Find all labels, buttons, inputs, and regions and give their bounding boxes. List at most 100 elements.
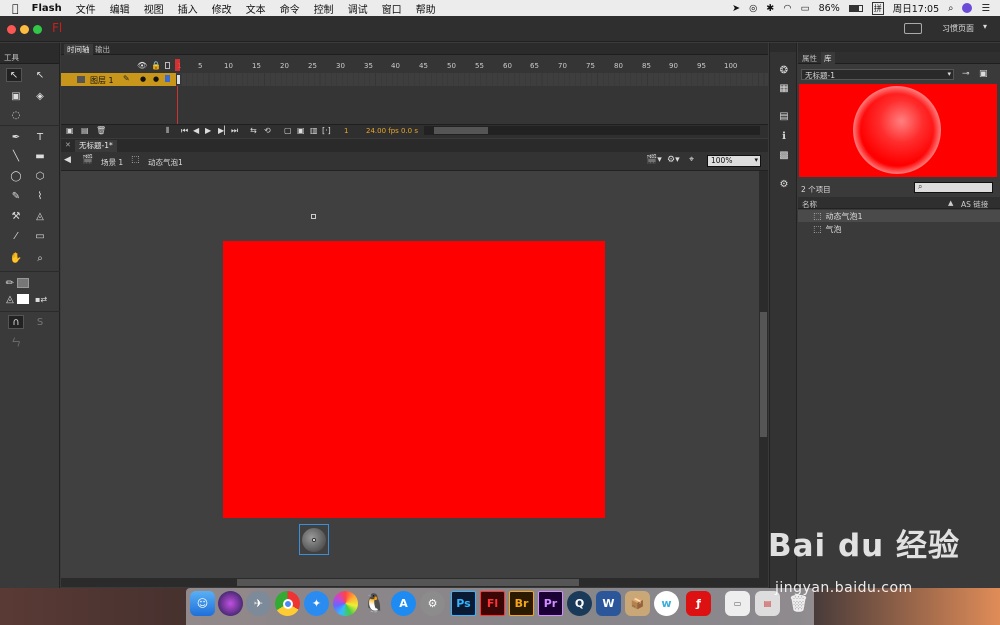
system-preferences-icon[interactable]: ⚙ <box>420 591 445 616</box>
eyedropper-tool-icon[interactable]: ⁄ <box>8 229 24 243</box>
sort-icon[interactable]: ▲ <box>948 199 953 207</box>
tab-library[interactable]: 库 <box>821 52 835 65</box>
timeline-scrollbar-thumb[interactable] <box>434 127 488 134</box>
safari-icon[interactable]: ✦ <box>304 591 329 616</box>
lasso-tool-icon[interactable]: ◌ <box>8 108 24 122</box>
go-first-frame-icon[interactable]: ⏮ <box>181 126 188 136</box>
document-tab[interactable]: 无标题-1* <box>75 140 117 152</box>
symbol-breadcrumb[interactable]: 动态气泡1 <box>148 157 183 168</box>
oval-tool-icon[interactable]: ◯ <box>8 169 24 183</box>
new-folder-icon[interactable]: ▤ <box>81 126 89 135</box>
smooth-icon[interactable]: S <box>32 315 48 329</box>
menu-control[interactable]: 控制 <box>307 1 341 16</box>
fill-color-icon[interactable]: ◬ <box>2 292 18 306</box>
pen-tool-icon[interactable]: ✒ <box>8 130 24 144</box>
bubble-instance[interactable] <box>299 524 329 555</box>
wifi-icon[interactable]: ◠ <box>783 3 791 14</box>
step-forward-icon[interactable]: ▶▏ <box>218 126 230 135</box>
stage-canvas[interactable] <box>223 241 605 518</box>
timeline-scrollbar[interactable] <box>424 126 760 135</box>
close-tab-icon[interactable]: ✕ <box>65 141 71 149</box>
flash-player-icon[interactable]: ƒ <box>686 591 711 616</box>
swap-colors-icon[interactable]: ▪⇄ <box>33 292 49 306</box>
quicktime-icon[interactable]: Q <box>567 591 592 616</box>
vertical-scrollbar-thumb[interactable] <box>760 312 767 437</box>
horizontal-scrollbar-thumb[interactable] <box>237 579 579 586</box>
menu-app-name[interactable]: Flash <box>25 3 69 14</box>
outline-layers-icon[interactable] <box>165 62 170 69</box>
line-tool-icon[interactable]: ╲ <box>8 149 24 163</box>
lock-dot-icon[interactable]: ● <box>153 75 159 83</box>
menu-window[interactable]: 窗口 <box>375 1 409 16</box>
ime-indicator[interactable]: 拼 <box>871 1 884 15</box>
app-store-icon[interactable]: A <box>391 591 416 616</box>
brush-tool-icon[interactable]: ⌇ <box>32 189 48 203</box>
scene-breadcrumb[interactable]: 场景 1 <box>101 157 123 168</box>
list-item[interactable]: ⬚ 气泡 <box>813 224 842 235</box>
battery-percent[interactable]: 86% <box>819 3 840 14</box>
stroke-color-swatch[interactable] <box>17 278 29 288</box>
show-hide-layers-icon[interactable]: 👁 <box>137 61 147 70</box>
battery-icon[interactable] <box>848 4 863 12</box>
menu-text[interactable]: 文本 <box>239 1 273 16</box>
eraser-tool-icon[interactable]: ▭ <box>32 229 48 243</box>
chrome-icon[interactable] <box>275 591 300 616</box>
vertical-scrollbar[interactable] <box>759 171 768 578</box>
zoom-tool-icon[interactable]: ⌕ <box>32 251 48 265</box>
info-icon[interactable]: ℹ <box>776 129 792 143</box>
tab-timeline[interactable]: 时间轴 <box>64 44 93 55</box>
library-search-input[interactable]: ⌕ <box>914 182 993 193</box>
spotlight-icon[interactable]: ⌕ <box>948 3 953 14</box>
layer-frames[interactable] <box>176 73 768 86</box>
menu-view[interactable]: 视图 <box>137 1 171 16</box>
loop-playback-icon[interactable]: ⟲ <box>264 126 271 135</box>
motion-presets-icon[interactable]: ❂ <box>776 63 792 77</box>
apple-icon[interactable]:  <box>0 2 25 15</box>
visibility-dot-icon[interactable]: ● <box>140 75 146 83</box>
sync-icon[interactable]: ◎ <box>749 3 757 14</box>
free-transform-tool-icon[interactable]: ▣ <box>8 89 24 103</box>
tab-properties[interactable]: 属性 <box>802 53 817 64</box>
components-icon[interactable]: ⚙ <box>776 177 792 191</box>
onion-skin-icon[interactable]: ▢ <box>284 126 292 135</box>
play-icon[interactable]: ▶ <box>205 126 211 135</box>
chevron-down-icon[interactable]: ▾ <box>983 22 987 31</box>
modify-markers-icon[interactable]: [·] <box>322 126 331 135</box>
chevron-down-icon[interactable]: ▾ <box>754 156 758 164</box>
notification-center-icon[interactable]: ☰ <box>981 3 990 14</box>
horizontal-scrollbar[interactable] <box>61 578 768 587</box>
straighten-icon[interactable]: ㄣ <box>8 334 24 349</box>
list-item[interactable]: ⬚ 动态气泡1 <box>813 211 863 222</box>
text-tool-icon[interactable]: T <box>32 130 48 144</box>
3d-rotation-tool-icon[interactable]: ◈ <box>32 89 48 103</box>
snap-to-objects-icon[interactable]: ∩ <box>8 315 24 329</box>
paint-bucket-tool-icon[interactable]: ◬ <box>32 209 48 223</box>
new-library-panel-icon[interactable]: ▣ <box>979 69 988 79</box>
sync-settings-icon[interactable] <box>904 23 922 34</box>
step-back-icon[interactable]: ◀ <box>193 126 199 135</box>
hand-tool-icon[interactable]: ✋ <box>8 251 24 265</box>
back-arrow-icon[interactable]: ◀ <box>64 155 71 165</box>
current-frame[interactable]: 1 <box>344 127 348 135</box>
airplay-icon[interactable]: ▭ <box>801 3 810 14</box>
launchpad-icon[interactable]: ✈ <box>246 591 271 616</box>
transform-icon[interactable]: ▤ <box>776 109 792 123</box>
photos-icon[interactable] <box>333 591 358 616</box>
photoshop-icon[interactable]: Ps <box>451 591 476 616</box>
edit-scene-icon[interactable]: 🎬▾ <box>646 155 662 165</box>
keyframe[interactable] <box>176 74 181 85</box>
clock[interactable]: 周日17:05 <box>893 1 939 15</box>
chevron-down-icon[interactable]: ▾ <box>947 70 951 78</box>
go-last-frame-icon[interactable]: ⏭ <box>231 126 238 136</box>
pin-icon[interactable]: ⊸ <box>962 69 970 79</box>
layer-name[interactable]: 图层 1 <box>90 75 114 86</box>
archive-utility-icon[interactable]: 📦 <box>625 591 650 616</box>
finder-icon[interactable]: ☺ <box>190 591 215 616</box>
lock-layers-icon[interactable]: 🔒 <box>151 61 161 70</box>
swatches-icon[interactable]: ▩ <box>776 148 792 162</box>
close-window-button[interactable] <box>7 25 16 34</box>
pencil-tool-icon[interactable]: ✎ <box>8 189 24 203</box>
premiere-icon[interactable]: Pr <box>538 591 563 616</box>
siri-icon[interactable] <box>218 591 243 616</box>
menu-debug[interactable]: 调试 <box>341 1 375 16</box>
